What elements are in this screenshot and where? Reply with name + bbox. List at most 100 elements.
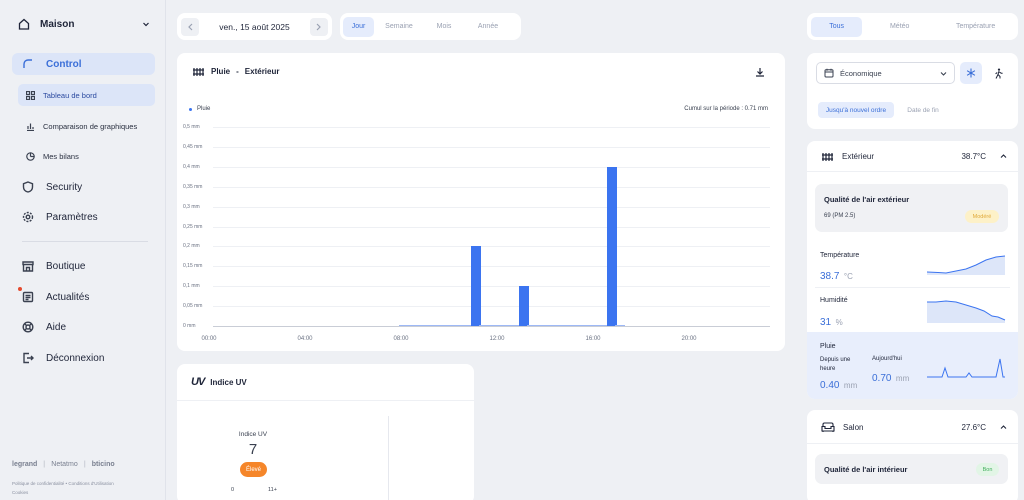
uv-label: Indice UV — [238, 431, 268, 438]
humidity-sparkline — [926, 297, 1006, 323]
brand-logos: legrand | Netatmo | bticino — [12, 461, 115, 468]
rain-today-unit: mm — [895, 374, 910, 383]
temperature-value: 38.7 — [820, 271, 840, 282]
home-name: Maison — [40, 18, 75, 30]
end-date-option[interactable]: Date de fin — [900, 102, 946, 118]
until-further-notice-option[interactable]: Jusqu'à nouvel ordre — [818, 102, 894, 118]
grid-line — [213, 246, 770, 248]
walking-person-icon — [993, 68, 1004, 79]
sidebar-divider — [22, 241, 148, 242]
home-selector[interactable]: Maison — [18, 14, 150, 34]
period-month[interactable]: Mois — [424, 17, 464, 37]
rain-label: Pluie — [820, 343, 836, 350]
sidebar-item-label: Boutique — [46, 260, 86, 272]
sidebar-item-news[interactable]: Actualités — [12, 287, 155, 307]
notification-dot — [18, 287, 22, 291]
tab-temperature[interactable]: Température — [937, 17, 1014, 37]
exterior-header[interactable]: Extérieur 38.7°C — [821, 151, 1007, 162]
x-tick-label: 00:00 — [201, 336, 217, 342]
sidebar-subitem-reports[interactable]: Mes bilans — [18, 145, 155, 167]
rain-today-label: Aujourd'hui — [872, 356, 902, 362]
prev-day-button[interactable] — [181, 17, 199, 36]
rain-hour-value: 0.40 — [820, 380, 840, 391]
grid-line — [213, 286, 770, 288]
x-axis-line — [213, 326, 770, 327]
uv-value: 7 — [248, 441, 258, 458]
frost-mode-button[interactable] — [960, 62, 982, 84]
period-week[interactable]: Semaine — [376, 17, 422, 37]
rain-cumul: Cumul sur la période : 0.71 mm — [684, 106, 768, 112]
current-date: ven., 15 août 2025 — [219, 21, 290, 32]
logout-icon — [22, 352, 34, 364]
sidebar-item-security[interactable]: Security — [12, 177, 155, 197]
cookies-link[interactable]: Cookies — [12, 490, 28, 495]
tab-all[interactable]: Tous — [811, 16, 863, 37]
uv-logo-icon: UV — [191, 376, 205, 388]
sidebar-item-control[interactable]: Control — [12, 53, 155, 75]
rain-hour-label: Depuis une heure — [820, 357, 851, 372]
date-navigator: ven., 15 août 2025 — [177, 13, 332, 40]
pie-chart-icon — [26, 151, 35, 161]
salon-title: Salon — [843, 422, 864, 432]
privacy-link[interactable]: Politique de confidentialité — [12, 481, 64, 486]
grid-line — [213, 226, 770, 228]
house-icon — [18, 18, 30, 30]
rain-card-separator: - — [236, 67, 239, 76]
rain-hour-reading: 0.40 mm — [820, 375, 857, 393]
calendar-icon — [824, 68, 834, 78]
sidebar-item-label: Aide — [46, 321, 67, 333]
sidebar-item-help[interactable]: Aide — [12, 317, 155, 337]
grid-icon — [26, 90, 35, 100]
indoor-air-badge: Bon — [976, 463, 999, 476]
grid-line — [213, 166, 770, 168]
download-button[interactable] — [755, 67, 765, 77]
sidebar-subitem-label: Comparaison de graphiques — [43, 121, 138, 131]
rain-today-reading: 0.70 mm — [872, 368, 909, 386]
period-selector: Jour Semaine Mois Année — [340, 13, 521, 40]
next-day-button[interactable] — [309, 17, 328, 36]
sidebar-subitem-compare[interactable]: Comparaison de graphiques — [18, 115, 155, 137]
uv-card-header: UV Indice UV — [191, 376, 247, 388]
sidebar-item-label: Paramètres — [46, 211, 98, 223]
rain-bar[interactable] — [519, 286, 529, 326]
gear-icon — [22, 211, 34, 223]
mode-select[interactable]: Économique — [816, 62, 955, 84]
y-tick-label: 0,15 mm — [183, 263, 203, 270]
away-mode-button[interactable] — [987, 62, 1009, 84]
rain-bar[interactable] — [615, 324, 625, 326]
period-year[interactable]: Année — [466, 17, 510, 37]
legrand-logo: legrand — [12, 461, 38, 468]
mode-value: Économique — [840, 68, 882, 78]
salon-temp: 27.6°C — [961, 422, 986, 432]
chevron-down-icon — [940, 70, 947, 77]
salon-divider — [807, 443, 1018, 444]
rain-bar[interactable] — [471, 246, 481, 326]
rain-bar[interactable] — [607, 166, 617, 326]
x-tick-label: 08:00 — [393, 336, 409, 342]
terms-link[interactable]: Conditions d'Utilisation — [68, 481, 113, 486]
sidebar-item-label: Déconnexion — [46, 352, 105, 364]
bticino-logo: bticino — [91, 461, 115, 468]
sidebar-item-label: Actualités — [46, 291, 90, 303]
humidity-value: 31 — [820, 317, 832, 328]
sidebar-subitem-dashboard[interactable]: Tableau de bord — [18, 84, 155, 106]
uv-card-title: Indice UV — [210, 377, 247, 387]
humidity-reading: 31 % — [820, 312, 843, 330]
period-day[interactable]: Jour — [343, 16, 374, 37]
grid-line — [213, 186, 770, 188]
air-quality-badge: Modéré — [965, 210, 999, 223]
sidebar-item-label: Security — [46, 181, 83, 193]
chevron-down-icon — [142, 20, 150, 28]
sidebar-item-logout[interactable]: Déconnexion — [12, 348, 155, 368]
rain-card-header: Pluie - Extérieur — [192, 66, 279, 77]
sidebar-item-shop[interactable]: Boutique — [12, 256, 155, 276]
salon-header[interactable]: Salon 27.6°C — [821, 422, 1007, 432]
tab-weather[interactable]: Météo — [866, 17, 933, 37]
legend-label: Pluie — [197, 106, 211, 112]
x-tick-label: 16:00 — [585, 336, 601, 342]
sofa-icon — [821, 422, 835, 432]
sidebar-item-settings[interactable]: Paramètres — [12, 207, 155, 227]
x-tick-label: 04:00 — [297, 336, 313, 342]
footer-links: Politique de confidentialité • Condition… — [12, 481, 114, 495]
uv-card-divider — [177, 400, 474, 401]
